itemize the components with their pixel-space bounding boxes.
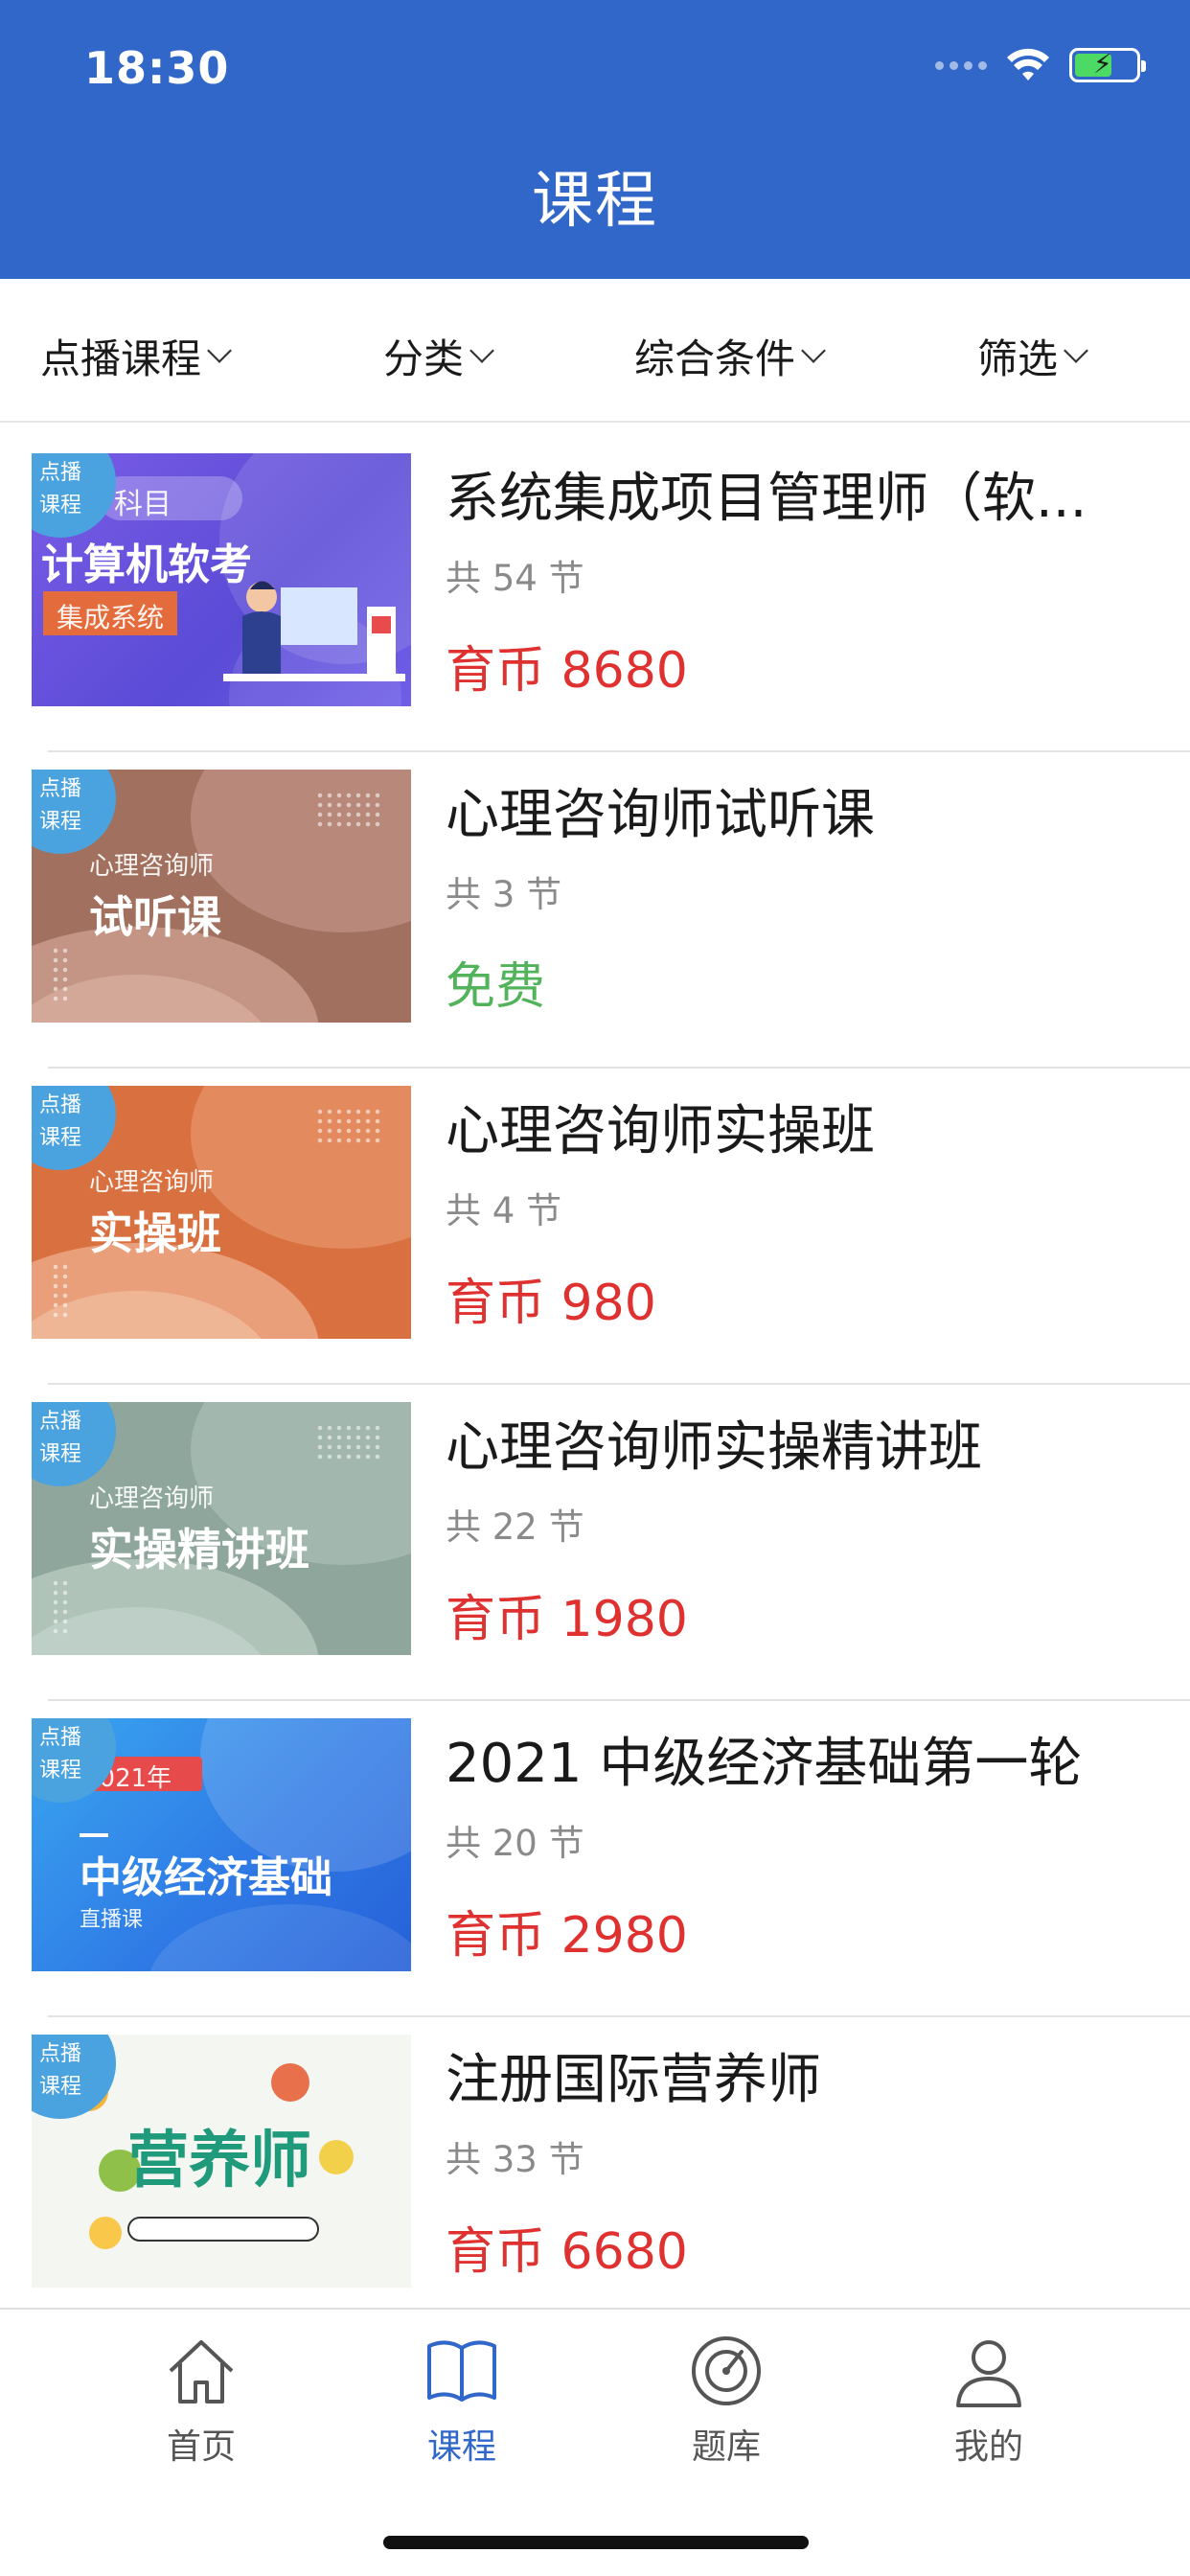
filter-label: 筛选 <box>977 335 1059 382</box>
course-price: 免费 <box>446 958 546 1016</box>
thumb-title: 实操班 <box>89 1208 221 1259</box>
course-item[interactable]: 心理咨询师 实操精讲班 点播课程 心理咨询师实操精讲班 共 22 节 育币 19… <box>0 1385 1190 1701</box>
filter-sort[interactable]: 综合条件 <box>634 327 826 385</box>
badge-label: 点播课程 <box>39 461 82 518</box>
thumb-subtitle: 心理咨询师 <box>89 1168 215 1197</box>
filter-category[interactable]: 分类 <box>383 327 494 385</box>
course-price: 育币 8680 <box>446 642 688 700</box>
thumb-title: 实操精讲班 <box>89 1524 309 1576</box>
cellular-signal-icon <box>935 60 987 70</box>
badge-label: 点播课程 <box>39 2042 82 2099</box>
thumb-title: 计算机软考 <box>41 540 252 589</box>
chevron-down-icon <box>469 337 494 363</box>
course-item[interactable]: 科目 计算机软考 集成系统 点播课程 系统集成项目管理师（软... 共 54 节… <box>0 436 1190 752</box>
filter-screen[interactable]: 筛选 <box>977 327 1088 385</box>
tab-label: 题库 <box>691 2427 761 2467</box>
tab-home[interactable]: 首页 <box>105 2331 297 2469</box>
question-bank-icon <box>692 2336 761 2405</box>
course-item[interactable]: 营养师 点播课程 注册国际营养师 共 33 节 育币 6680 <box>0 2017 1190 2334</box>
course-thumbnail: 2021年 中级经济基础 直播课 点播课程 <box>32 1718 411 1971</box>
thumb-subtitle: 心理咨询师 <box>89 852 215 881</box>
wifi-icon <box>1007 48 1049 80</box>
tab-question-bank[interactable]: 题库 <box>630 2331 822 2469</box>
course-thumbnail: 营养师 点播课程 <box>32 2035 411 2288</box>
chevron-down-icon <box>801 337 826 363</box>
filter-label: 分类 <box>383 335 465 382</box>
page-title: 课程 <box>532 166 658 237</box>
course-title: 注册国际营养师 <box>446 2049 821 2111</box>
course-lessons: 共 20 节 <box>446 1823 584 1864</box>
course-title: 2021 中级经济基础第一轮 <box>446 1733 1083 1795</box>
badge-label: 点播课程 <box>39 1726 82 1782</box>
home-icon <box>169 2340 234 2404</box>
person-at-desk-illustration <box>223 581 405 681</box>
thumb-title: 营养师 <box>127 2126 311 2196</box>
filter-label: 点播课程 <box>40 335 202 382</box>
course-lessons: 共 33 节 <box>446 2139 584 2180</box>
course-lessons: 共 22 节 <box>446 1506 584 1548</box>
chevron-down-icon <box>1064 337 1088 363</box>
tab-label: 我的 <box>953 2427 1023 2467</box>
course-thumbnail: 心理咨询师 试听课 点播课程 <box>32 770 411 1023</box>
course-lessons: 共 4 节 <box>446 1190 562 1231</box>
course-title: 心理咨询师试听课 <box>446 784 875 846</box>
badge-label: 点播课程 <box>39 1093 82 1150</box>
tab-label: 课程 <box>426 2427 496 2467</box>
course-thumbnail: 科目 计算机软考 集成系统 点播课程 <box>32 453 411 706</box>
course-price: 育币 6680 <box>446 2223 688 2281</box>
profile-icon <box>956 2340 1021 2407</box>
course-thumbnail: 心理咨询师 实操精讲班 点播课程 <box>32 1402 411 1655</box>
book-icon <box>427 2340 496 2402</box>
badge-label: 点播课程 <box>39 777 82 834</box>
app-header: 18:30 ⚡ 课程 <box>0 0 1190 279</box>
course-thumbnail: 心理咨询师 实操班 点播课程 <box>32 1086 411 1339</box>
filter-bar: 点播课程 分类 综合条件 筛选 <box>0 279 1190 423</box>
tab-courses[interactable]: 课程 <box>366 2331 558 2469</box>
home-indicator[interactable] <box>383 2536 809 2549</box>
course-title: 系统集成项目管理师（软... <box>446 468 1087 530</box>
course-item[interactable]: 心理咨询师 实操班 点播课程 心理咨询师实操班 共 4 节 育币 980 <box>0 1069 1190 1385</box>
badge-label: 点播课程 <box>39 1410 82 1466</box>
course-item[interactable]: 心理咨询师 试听课 点播课程 心理咨询师试听课 共 3 节 免费 <box>0 752 1190 1069</box>
status-icons: ⚡ <box>935 48 1146 82</box>
tab-label: 首页 <box>166 2427 236 2467</box>
chevron-down-icon <box>207 337 232 363</box>
battery-icon: ⚡ <box>1069 48 1146 82</box>
filter-label: 综合条件 <box>634 335 796 382</box>
thumb-title: 试听课 <box>89 891 221 943</box>
status-time: 18:30 <box>84 42 230 94</box>
course-title: 心理咨询师实操精讲班 <box>446 1416 982 1479</box>
thumb-tag: 直播课 <box>80 1908 144 1932</box>
filter-course-type[interactable]: 点播课程 <box>40 327 232 385</box>
course-title: 心理咨询师实操班 <box>446 1100 875 1162</box>
course-price: 育币 2980 <box>446 1907 688 1965</box>
thumb-title: 中级经济基础 <box>80 1853 332 1902</box>
course-price: 育币 1980 <box>446 1591 688 1648</box>
course-price: 育币 980 <box>446 1275 656 1332</box>
course-lessons: 共 3 节 <box>446 874 562 915</box>
course-item[interactable]: 2021年 中级经济基础 直播课 点播课程 2021 中级经济基础第一轮 共 2… <box>0 1701 1190 2017</box>
thumb-subtitle: 心理咨询师 <box>89 1484 215 1513</box>
thumb-tag: 集成系统 <box>57 602 165 633</box>
tab-profile[interactable]: 我的 <box>893 2331 1085 2469</box>
course-lessons: 共 54 节 <box>446 558 584 599</box>
thumb-subtitle: 科目 <box>114 488 172 521</box>
